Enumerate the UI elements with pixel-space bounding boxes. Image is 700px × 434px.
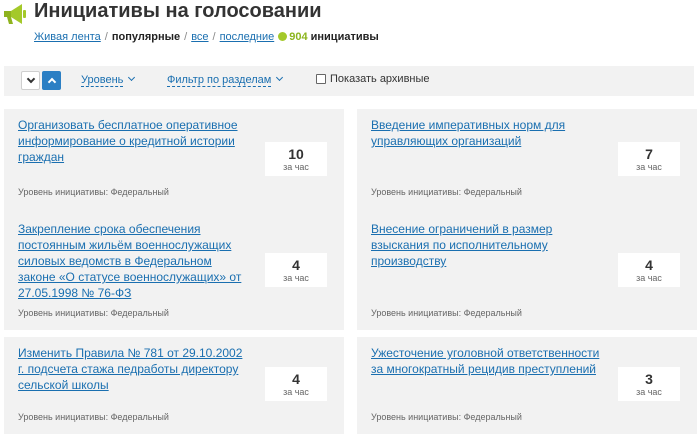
initiative-card: Изменить Правила № 781 от 29.10.2002 г. …	[4, 337, 344, 434]
vote-counter: 7 за час	[618, 142, 680, 176]
initiative-title-link[interactable]: Внесение ограничений в размер взыскания …	[371, 221, 601, 269]
vote-counter: 3 за час	[618, 367, 680, 401]
caret-down-icon	[276, 73, 284, 82]
chevron-up-icon	[47, 77, 56, 87]
initiative-level: Уровень инициативы: Федеральный	[371, 412, 522, 422]
vote-count: 10	[288, 146, 304, 162]
filter-popular-active: популярные	[111, 31, 181, 43]
initiatives-count-label: инициативы	[310, 31, 379, 43]
show-archived-toggle[interactable]: Показать архивные	[316, 73, 430, 85]
initiative-card: Ужесточение уголовной ответственности за…	[357, 337, 697, 434]
level-dropdown-label: Уровень	[81, 74, 124, 87]
sort-ascending-button[interactable]	[42, 71, 61, 90]
vote-counter: 4 за час	[265, 367, 327, 401]
initiative-level: Уровень инициативы: Федеральный	[18, 308, 169, 318]
vote-count: 4	[645, 257, 653, 273]
initiative-card: Внесение ограничений в размер взыскания …	[357, 213, 697, 330]
show-archived-checkbox[interactable]	[316, 74, 326, 84]
section-filter-label: Фильтр по разделам	[167, 74, 272, 87]
initiative-level: Уровень инициативы: Федеральный	[18, 412, 169, 422]
initiative-card: Закрепление срока обеспечения постоянным…	[4, 213, 344, 330]
filter-latest-link[interactable]: последние	[220, 31, 275, 43]
vote-rate: за час	[636, 273, 662, 283]
page-title: Инициативы на голосовании	[34, 0, 322, 22]
filter-all-link[interactable]: все	[191, 31, 208, 43]
initiative-level: Уровень инициативы: Федеральный	[371, 187, 522, 197]
filter-live-link[interactable]: Живая лента	[34, 31, 101, 43]
vote-count: 3	[645, 371, 653, 387]
page-header: Инициативы на голосовании Живая лента / по…	[0, 0, 700, 60]
vote-count: 7	[645, 146, 653, 162]
initiative-title-link[interactable]: Изменить Правила № 781 от 29.10.2002 г. …	[18, 345, 248, 393]
level-dropdown[interactable]: Уровень	[81, 73, 136, 87]
initiative-title-link[interactable]: Организовать бесплатное оперативное инфо…	[18, 117, 248, 165]
vote-rate: за час	[283, 387, 309, 397]
section-filter-dropdown[interactable]: Фильтр по разделам	[167, 73, 284, 87]
initiative-title-link[interactable]: Введение императивных норм для управляющ…	[371, 117, 601, 149]
initiative-title-link[interactable]: Закрепление срока обеспечения постоянным…	[18, 221, 248, 301]
vote-rate: за час	[636, 387, 662, 397]
toolbar: Уровень Фильтр по разделам Показать архи…	[4, 66, 694, 96]
count-dot-icon	[278, 32, 288, 41]
initiatives-count: 904	[289, 31, 308, 43]
vote-counter: 4 за час	[618, 253, 680, 287]
caret-down-icon	[128, 73, 136, 82]
megaphone-icon	[4, 4, 26, 24]
vote-counter: 10 за час	[265, 142, 327, 176]
vote-rate: за час	[283, 273, 309, 283]
vote-rate: за час	[636, 162, 662, 172]
vote-counter: 4 за час	[265, 253, 327, 287]
initiative-level: Уровень инициативы: Федеральный	[18, 187, 169, 197]
vote-count: 4	[292, 371, 300, 387]
initiative-card: Введение императивных норм для управляющ…	[357, 109, 697, 226]
initiative-title-link[interactable]: Ужесточение уголовной ответственности за…	[371, 345, 601, 377]
initiative-card: Организовать бесплатное оперативное инфо…	[4, 109, 344, 226]
vote-rate: за час	[283, 162, 309, 172]
chevron-down-icon	[26, 74, 35, 84]
initiative-level: Уровень инициативы: Федеральный	[371, 308, 522, 318]
sort-descending-button[interactable]	[21, 71, 40, 90]
show-archived-label: Показать архивные	[330, 73, 430, 85]
vote-count: 4	[292, 257, 300, 273]
feed-filters: Живая лента / популярные / все / последние 904 …	[34, 31, 379, 43]
